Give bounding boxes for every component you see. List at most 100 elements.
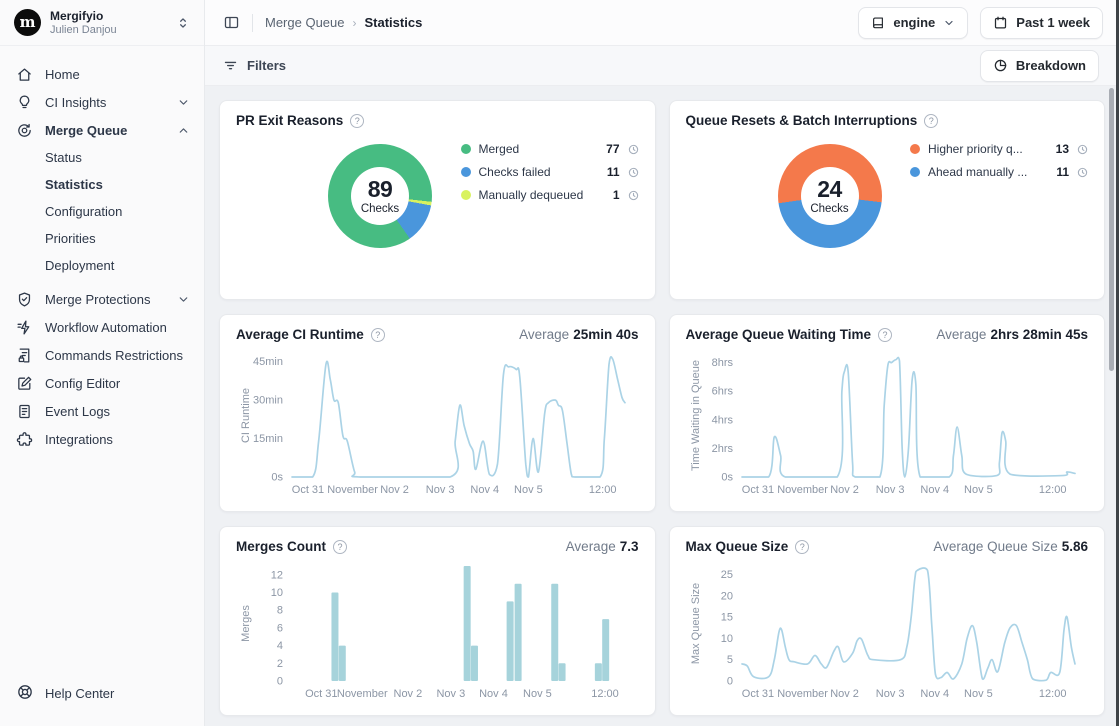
info-clock-icon[interactable] (628, 167, 639, 178)
svg-text:Nov 3: Nov 3 (875, 484, 904, 496)
calendar-icon (993, 15, 1008, 30)
sidebar-item-event-logs[interactable]: Event Logs (0, 397, 204, 425)
card-title: Queue Resets & Batch Interruptions (686, 113, 918, 128)
card-title: Max Queue Size (686, 539, 789, 554)
donut-chart-pr-exit-reasons[interactable]: 89 Checks (328, 144, 432, 248)
sidebar-subitem-configuration[interactable]: Configuration (0, 198, 204, 225)
svg-text:Nov 2: Nov 2 (830, 688, 859, 700)
org-name: Mergifyio (50, 9, 167, 23)
svg-text:0s: 0s (271, 472, 283, 484)
lifebuoy-icon (16, 683, 34, 704)
line-chart-max-queue-size[interactable]: 0510152025Oct 31NovemberNov 2Nov 3Nov 4N… (686, 556, 1089, 703)
sidebar-item-label: Config Editor (45, 376, 190, 391)
help-center-link[interactable]: Help Center (0, 669, 204, 726)
help-icon[interactable]: ? (350, 114, 364, 128)
svg-text:Nov 5: Nov 5 (514, 484, 543, 496)
legend-item-merged[interactable]: Merged 77 (461, 142, 639, 156)
svg-text:Time Waiting in Queue: Time Waiting in Queue (690, 360, 702, 471)
sidebar-toggle-icon[interactable] (223, 14, 240, 31)
help-icon[interactable]: ? (924, 114, 938, 128)
bar-chart-merges-count[interactable]: 024681012Oct 31NovemberNov 2Nov 3Nov 4No… (236, 556, 639, 703)
sidebar-subitem-statistics[interactable]: Statistics (0, 171, 204, 198)
svg-text:Max Queue Size: Max Queue Size (690, 583, 702, 664)
sidebar-subitem-priorities[interactable]: Priorities (0, 225, 204, 252)
info-clock-icon[interactable] (1077, 144, 1088, 155)
org-switcher[interactable]: m Mergifyio Julien Danjou (0, 0, 204, 46)
sidebar-item-label: Event Logs (45, 404, 190, 419)
date-range-button[interactable]: Past 1 week (980, 7, 1103, 39)
filter-icon (223, 58, 238, 73)
legend: Higher priority q... 13 Ahead manually .… (910, 128, 1088, 179)
info-clock-icon[interactable] (628, 144, 639, 155)
help-icon[interactable]: ? (795, 540, 809, 554)
donut-center-label: Checks (361, 203, 399, 215)
card-title: Average Queue Waiting Time (686, 327, 872, 342)
legend-item-checks-failed[interactable]: Checks failed 11 (461, 165, 639, 179)
svg-text:Oct 31: Oct 31 (741, 484, 773, 496)
sidebar-item-config-editor[interactable]: Config Editor (0, 369, 204, 397)
svg-text:November: November (337, 688, 388, 700)
svg-text:8: 8 (277, 605, 283, 617)
sidebar-subitem-deployment[interactable]: Deployment (0, 252, 204, 279)
breakdown-button[interactable]: Breakdown (980, 50, 1099, 82)
legend-item-manually-dequeued[interactable]: Manually dequeued 1 (461, 188, 639, 202)
line-chart-queue-waiting-time[interactable]: 0s2hrs4hrs6hrs8hrsOct 31NovemberNov 2Nov… (686, 344, 1089, 499)
sidebar-item-label: Merge Protections (45, 292, 165, 307)
info-clock-icon[interactable] (628, 190, 639, 201)
sidebar-item-label: CI Insights (45, 95, 165, 110)
sidebar-item-merge-queue[interactable]: Merge Queue (0, 116, 204, 144)
breadcrumb-statistics: Statistics (365, 15, 423, 30)
info-clock-icon[interactable] (1077, 167, 1088, 178)
date-range-label: Past 1 week (1016, 15, 1090, 30)
file-lock-icon (16, 347, 33, 364)
svg-text:CI Runtime: CI Runtime (240, 388, 252, 443)
svg-text:Oct 31: Oct 31 (292, 484, 324, 496)
chevron-up-down-icon (176, 16, 190, 30)
help-icon[interactable]: ? (333, 540, 347, 554)
svg-text:6hrs: 6hrs (711, 386, 733, 398)
svg-text:Merges: Merges (240, 605, 252, 642)
breadcrumb-merge-queue[interactable]: Merge Queue (265, 15, 345, 30)
sidebar-item-workflow-automation[interactable]: Workflow Automation (0, 313, 204, 341)
svg-text:Nov 5: Nov 5 (964, 688, 993, 700)
sidebar-item-integrations[interactable]: Integrations (0, 425, 204, 453)
sidebar: m Mergifyio Julien Danjou Home CI Insigh… (0, 0, 205, 726)
card-title: PR Exit Reasons (236, 113, 343, 128)
puzzle-icon (16, 431, 33, 448)
engine-select[interactable]: engine (858, 7, 968, 39)
sidebar-item-ci-insights[interactable]: CI Insights (0, 88, 204, 116)
svg-text:6: 6 (277, 622, 283, 634)
svg-text:15: 15 (720, 612, 732, 624)
engine-label: engine (893, 15, 935, 30)
donut-chart-queue-resets[interactable]: 24 Checks (778, 144, 882, 248)
donut-center-label: Checks (810, 203, 848, 215)
help-icon[interactable]: ? (878, 328, 892, 342)
scrollbar-thumb[interactable] (1109, 88, 1114, 371)
svg-text:12:00: 12:00 (591, 688, 619, 700)
sidebar-item-commands-restrictions[interactable]: Commands Restrictions (0, 341, 204, 369)
svg-text:2hrs: 2hrs (711, 443, 733, 455)
legend-item-ahead-manually[interactable]: Ahead manually ... 11 (910, 165, 1088, 179)
edit-icon (16, 375, 33, 392)
svg-text:2: 2 (277, 658, 283, 670)
svg-text:Nov 3: Nov 3 (436, 688, 465, 700)
filters-button[interactable]: Filters (223, 58, 286, 73)
line-chart-ci-runtime[interactable]: 0s15min30min45minOct 31NovemberNov 2Nov … (236, 344, 639, 499)
sidebar-item-merge-protections[interactable]: Merge Protections (0, 285, 204, 313)
svg-text:November: November (777, 688, 828, 700)
svg-text:30min: 30min (253, 395, 283, 407)
home-icon (16, 66, 33, 83)
svg-text:8hrs: 8hrs (711, 357, 733, 369)
card-pr-exit-reasons: PR Exit Reasons ? 89 Checks (219, 100, 656, 300)
sidebar-subitem-status[interactable]: Status (0, 144, 204, 171)
shield-check-icon (16, 291, 33, 308)
svg-text:12:00: 12:00 (1038, 688, 1066, 700)
help-icon[interactable]: ? (371, 328, 385, 342)
sidebar-item-home[interactable]: Home (0, 60, 204, 88)
legend-item-higher-priority[interactable]: Higher priority q... 13 (910, 142, 1088, 156)
svg-text:Nov 3: Nov 3 (875, 688, 904, 700)
card-average-queue-waiting-time: Average Queue Waiting Time ? Average2hrs… (669, 314, 1106, 512)
svg-text:Nov 4: Nov 4 (470, 484, 499, 496)
pie-chart-icon (993, 58, 1008, 73)
sidebar-item-label: Integrations (45, 432, 190, 447)
